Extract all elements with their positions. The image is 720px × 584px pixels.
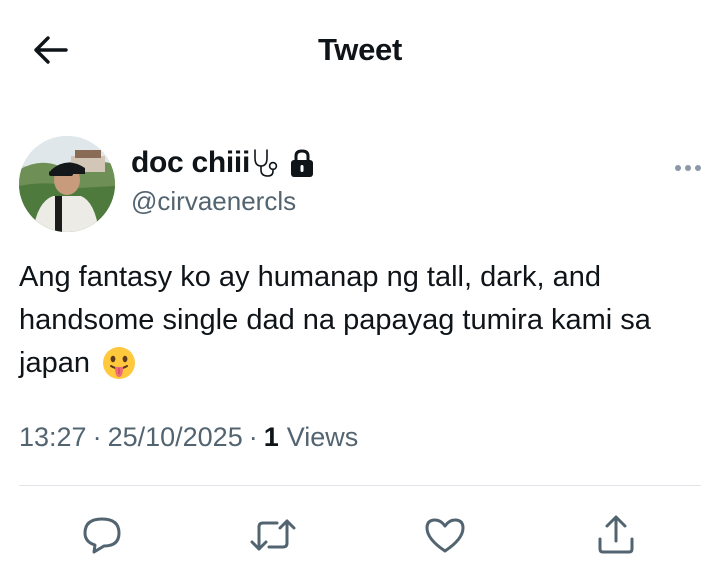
views-count: 1: [263, 422, 279, 452]
author-name-row: doc chiii: [131, 146, 315, 180]
more-horizontal-icon: [674, 159, 702, 177]
retweet-icon: [249, 515, 297, 560]
divider: [19, 485, 701, 486]
display-name[interactable]: doc chiii: [131, 146, 250, 180]
action-bar: [0, 505, 720, 565]
user-handle[interactable]: @cirvaenercls: [131, 186, 296, 217]
share-upload-icon: [594, 513, 638, 562]
reply-button[interactable]: [80, 515, 124, 559]
stethoscope-icon: [251, 148, 281, 178]
more-options-button[interactable]: [670, 158, 706, 178]
share-button[interactable]: [594, 515, 638, 559]
face-with-tongue-emoji: [102, 346, 136, 393]
meta-separator: ·: [248, 422, 258, 452]
page-title: Tweet: [317, 32, 403, 67]
tweet-time[interactable]: 13:27: [19, 422, 87, 453]
like-button[interactable]: [423, 515, 467, 559]
retweet-button[interactable]: [249, 515, 297, 560]
heart-icon: [423, 515, 467, 560]
tweet-date[interactable]: 25/10/2025: [108, 422, 243, 453]
tweet-text: Ang fantasy ko ay humanap ng tall, dark,…: [19, 256, 699, 393]
lock-icon: [289, 148, 315, 178]
top-bar: Tweet: [0, 0, 720, 104]
avatar[interactable]: [19, 136, 115, 232]
views-label: Views: [286, 422, 359, 452]
meta-separator: ·: [92, 422, 102, 452]
reply-bubble-icon: [80, 515, 124, 560]
tweet-meta: 13:27 · 25/10/2025 · 1 Views: [19, 422, 358, 453]
